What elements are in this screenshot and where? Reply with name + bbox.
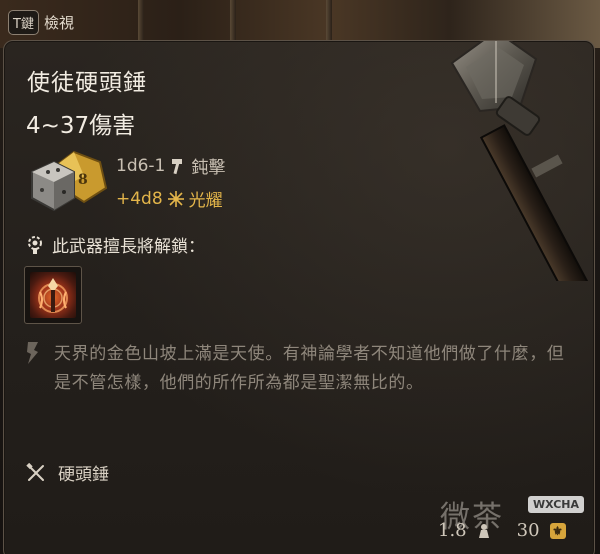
- damage-type: 光耀: [188, 191, 223, 211]
- weapon-action-slot[interactable]: [24, 266, 82, 324]
- proficiency-icon: [28, 235, 42, 254]
- gold-icon: ⚜: [549, 522, 566, 539]
- weapon-action-icon: [30, 272, 76, 318]
- item-name: 使徒硬頭錘: [27, 70, 147, 96]
- radiant-icon: [167, 190, 184, 207]
- lore-icon: [27, 342, 38, 364]
- damage-line-radiant: +4d8 光耀: [116, 186, 223, 212]
- proficiency-unlock: 此武器擅長將解鎖：: [26, 232, 205, 257]
- unlock-label: 此武器擅長將解鎖：: [52, 237, 205, 257]
- mace-weapon-image: [450, 41, 591, 281]
- item-value: 30: [516, 520, 540, 541]
- damage-total: 4~37傷害: [26, 113, 136, 139]
- category-label: 硬頭錘: [58, 465, 109, 485]
- damage-type: 鈍擊: [191, 158, 226, 178]
- weapon-category: 硬頭錘: [26, 460, 109, 485]
- svg-text:8: 8: [78, 172, 88, 188]
- damage-line-bludgeoning: 1d6-1 鈍擊: [116, 153, 226, 179]
- item-weight: 1.8: [438, 520, 467, 541]
- hammer-icon: [172, 158, 183, 174]
- inspect-hint[interactable]: T鍵 檢視: [8, 10, 74, 35]
- weight-icon: [478, 523, 489, 538]
- lore-text: 天界的金色山坡上滿是天使。有神論學者不知道他們做了什麼，但是不管怎樣，他們的所作…: [54, 344, 565, 393]
- key-badge: T鍵: [8, 10, 39, 35]
- crossed-weapons-icon: [26, 462, 44, 481]
- item-footer: 1.8 30 ⚜: [438, 520, 566, 541]
- game-scene: T鍵 檢視 使徒硬頭錘 4~37傷害 8 1d6-1 鈍擊 +4d8 光耀 此武…: [0, 0, 600, 554]
- dice-icon: 8: [31, 150, 108, 212]
- damage-dice: +4d8: [116, 188, 163, 209]
- damage-dice: 1d6-1: [116, 155, 166, 176]
- inspect-label: 檢視: [43, 14, 74, 32]
